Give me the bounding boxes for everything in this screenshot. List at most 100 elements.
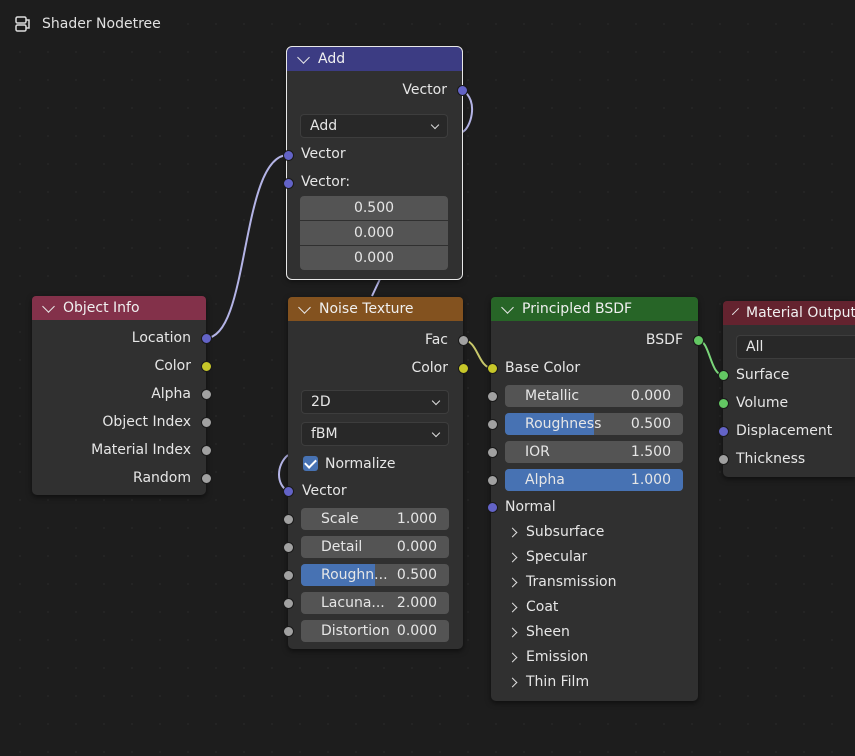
add-node-header[interactable]: Add bbox=[287, 47, 462, 71]
noise-dimension-dropdown[interactable]: 2D bbox=[301, 390, 449, 414]
bsdf-output-socket[interactable] bbox=[693, 335, 704, 346]
thickness-socket[interactable] bbox=[718, 454, 729, 465]
editor-title: Shader Nodetree bbox=[42, 16, 161, 32]
collapse-chevron-icon[interactable] bbox=[501, 300, 514, 314]
collapse-chevron-icon[interactable] bbox=[42, 299, 55, 313]
noise-distortion-socket[interactable] bbox=[283, 626, 294, 637]
color-socket[interactable] bbox=[201, 361, 212, 372]
surface-input-label: Surface bbox=[736, 367, 790, 383]
noise-lacunarity-field[interactable]: Lacuna... 2.000 bbox=[301, 592, 449, 614]
object-info-title: Object Info bbox=[63, 300, 140, 316]
noise-roughness-field[interactable]: Roughn... 0.500 bbox=[301, 564, 449, 586]
roughness-field[interactable]: Roughness 0.500 bbox=[505, 413, 683, 435]
chevron-right-icon bbox=[507, 652, 518, 662]
noise-output-color-label: Color bbox=[411, 360, 448, 376]
output-color-label: Color bbox=[154, 358, 191, 374]
object-info-header[interactable]: Object Info bbox=[32, 296, 206, 320]
material-output-header[interactable]: Material Output bbox=[723, 301, 855, 325]
material-index-socket[interactable] bbox=[201, 445, 212, 456]
noise-scale-field[interactable]: Scale 1.000 bbox=[301, 508, 449, 530]
chevron-right-icon bbox=[507, 527, 518, 537]
noise-detail-field[interactable]: Detail 0.000 bbox=[301, 536, 449, 558]
noise-detail-socket[interactable] bbox=[283, 542, 294, 553]
chevron-right-icon bbox=[507, 577, 518, 587]
noise-distortion-field[interactable]: Distortion 0.000 bbox=[301, 620, 449, 642]
normal-socket[interactable] bbox=[487, 502, 498, 513]
panel-sheen[interactable]: Sheen bbox=[507, 622, 570, 642]
principled-bsdf-node[interactable]: Principled BSDF BSDF Base Color Metallic… bbox=[491, 297, 698, 701]
noise-lacunarity-socket[interactable] bbox=[283, 598, 294, 609]
output-alpha-label: Alpha bbox=[151, 386, 191, 402]
noise-scale-socket[interactable] bbox=[283, 514, 294, 525]
metallic-socket[interactable] bbox=[487, 391, 498, 402]
surface-socket[interactable] bbox=[718, 370, 729, 381]
displacement-socket[interactable] bbox=[718, 426, 729, 437]
add-output-vector-label: Vector bbox=[402, 82, 447, 98]
principled-bsdf-header[interactable]: Principled BSDF bbox=[491, 297, 698, 321]
object-info-node[interactable]: Object Info Location Color Alpha Object … bbox=[32, 296, 206, 495]
volume-socket[interactable] bbox=[718, 398, 729, 409]
principled-bsdf-title: Principled BSDF bbox=[522, 301, 633, 317]
node-tree-icon bbox=[15, 16, 30, 32]
chevron-down-icon bbox=[431, 396, 441, 406]
panel-specular[interactable]: Specular bbox=[507, 547, 587, 567]
noise-type-value: fBM bbox=[311, 426, 338, 442]
panel-subsurface[interactable]: Subsurface bbox=[507, 522, 604, 542]
normalize-checkbox[interactable] bbox=[303, 456, 318, 471]
add-input-vector2-label: Vector: bbox=[301, 174, 351, 190]
panel-coat[interactable]: Coat bbox=[507, 597, 558, 617]
volume-input-label: Volume bbox=[736, 395, 789, 411]
noise-roughness-socket[interactable] bbox=[283, 570, 294, 581]
metallic-field[interactable]: Metallic 0.000 bbox=[505, 385, 683, 407]
output-target-dropdown[interactable]: All bbox=[736, 335, 855, 359]
add-input-vector2-socket[interactable] bbox=[283, 178, 294, 189]
add-operation-value: Add bbox=[310, 118, 338, 134]
base-color-socket[interactable] bbox=[487, 363, 498, 374]
add-vector-x-field[interactable]: 0.500 bbox=[300, 196, 448, 220]
noise-vector-socket[interactable] bbox=[283, 486, 294, 497]
panel-thin-film[interactable]: Thin Film bbox=[507, 672, 589, 692]
add-vector-z-field[interactable]: 0.000 bbox=[300, 246, 448, 270]
collapse-chevron-icon[interactable] bbox=[298, 300, 311, 314]
add-node[interactable]: Add Vector Add Vector Vector: 0.500 0.00… bbox=[286, 46, 463, 280]
editor-header: Shader Nodetree bbox=[14, 14, 161, 34]
noise-fac-socket[interactable] bbox=[458, 335, 469, 346]
alpha-socket[interactable] bbox=[487, 475, 498, 486]
ior-socket[interactable] bbox=[487, 447, 498, 458]
add-node-title: Add bbox=[318, 51, 346, 67]
chevron-right-icon bbox=[507, 602, 518, 612]
random-socket[interactable] bbox=[201, 473, 212, 484]
chevron-right-icon bbox=[507, 627, 518, 637]
noise-input-vector-label: Vector bbox=[302, 483, 347, 499]
output-location-label: Location bbox=[131, 330, 191, 346]
output-target-value: All bbox=[746, 339, 764, 355]
noise-texture-node[interactable]: Noise Texture Fac Color 2D fBM Normalize… bbox=[288, 297, 463, 649]
add-vector-y-field[interactable]: 0.000 bbox=[300, 221, 448, 245]
material-output-title: Material Output bbox=[746, 305, 855, 321]
output-random-label: Random bbox=[133, 470, 191, 486]
add-output-vector-socket[interactable] bbox=[457, 85, 468, 96]
object-index-socket[interactable] bbox=[201, 417, 212, 428]
alpha-field[interactable]: Alpha 1.000 bbox=[505, 469, 683, 491]
panel-transmission[interactable]: Transmission bbox=[507, 572, 616, 592]
normalize-label: Normalize bbox=[325, 456, 396, 472]
ior-field[interactable]: IOR 1.500 bbox=[505, 441, 683, 463]
noise-type-dropdown[interactable]: fBM bbox=[301, 422, 449, 446]
material-output-node[interactable]: Material Output All Surface Volume Displ… bbox=[723, 301, 855, 477]
collapse-chevron-icon[interactable] bbox=[731, 307, 740, 315]
noise-color-socket[interactable] bbox=[458, 363, 469, 374]
chevron-down-icon bbox=[430, 120, 440, 130]
normal-label: Normal bbox=[505, 499, 556, 515]
location-socket[interactable] bbox=[201, 333, 212, 344]
add-input-vector-socket[interactable] bbox=[283, 150, 294, 161]
collapse-chevron-icon[interactable] bbox=[297, 50, 310, 64]
noise-texture-header[interactable]: Noise Texture bbox=[288, 297, 463, 321]
panel-emission[interactable]: Emission bbox=[507, 647, 588, 667]
output-object-index-label: Object Index bbox=[102, 414, 191, 430]
noise-texture-title: Noise Texture bbox=[319, 301, 414, 317]
chevron-down-icon bbox=[431, 428, 441, 438]
alpha-socket[interactable] bbox=[201, 389, 212, 400]
displacement-input-label: Displacement bbox=[736, 423, 833, 439]
roughness-socket[interactable] bbox=[487, 419, 498, 430]
add-operation-dropdown[interactable]: Add bbox=[300, 114, 448, 138]
